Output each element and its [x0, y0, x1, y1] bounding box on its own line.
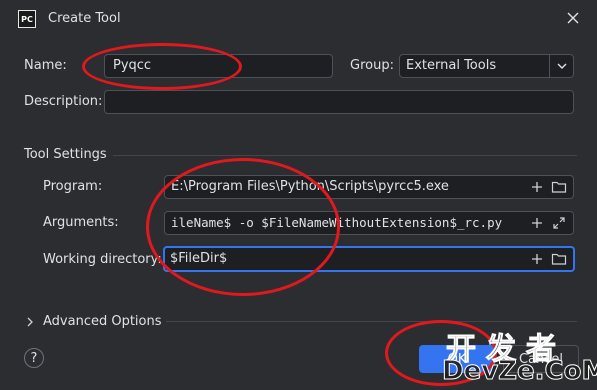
chevron-right-icon — [27, 317, 33, 327]
close-icon[interactable] — [564, 9, 582, 27]
plus-icon[interactable] — [529, 251, 545, 267]
program-label: Program: — [43, 179, 103, 194]
group-select[interactable]: External Tools — [399, 54, 574, 78]
program-field[interactable]: E:\Program Files\Python\Scripts\pyrcc5.e… — [164, 175, 574, 199]
name-value: Pyqcc — [113, 58, 152, 73]
description-label: Description: — [24, 94, 103, 109]
section-separator — [113, 155, 577, 156]
group-value: External Tools — [406, 58, 497, 73]
chevron-down-icon[interactable] — [554, 58, 570, 78]
advanced-separator — [166, 321, 577, 322]
plus-icon[interactable] — [529, 179, 545, 195]
plus-icon[interactable] — [529, 215, 545, 231]
help-icon[interactable]: ? — [24, 348, 44, 368]
group-label: Group: — [350, 58, 394, 73]
arguments-label: Arguments: — [43, 215, 119, 230]
tool-settings-title: Tool Settings — [24, 147, 107, 162]
folder-icon[interactable] — [551, 179, 567, 195]
cancel-button[interactable]: Cancel — [503, 345, 579, 373]
select-divider — [549, 55, 550, 77]
arguments-field[interactable]: ileName$ -o $FileNameWithoutExtension$_r… — [164, 211, 574, 235]
workdir-value: $FileDir$ — [170, 251, 228, 266]
program-value: E:\Program Files\Python\Scripts\pyrcc5.e… — [171, 179, 449, 194]
expand-icon[interactable] — [551, 215, 567, 231]
advanced-options-label: Advanced Options — [43, 314, 162, 329]
window-title: Create Tool — [48, 11, 121, 26]
app-icon: PC — [18, 10, 36, 28]
arguments-value: ileName$ -o $FileNameWithoutExtension$_r… — [171, 215, 503, 230]
description-field[interactable] — [104, 90, 574, 114]
folder-icon[interactable] — [551, 251, 567, 267]
name-label: Name: — [24, 58, 67, 73]
name-field[interactable]: Pyqcc — [104, 54, 333, 78]
workdir-label: Working directory: — [43, 252, 162, 267]
ok-button[interactable]: OK — [419, 345, 495, 373]
workdir-field[interactable]: $FileDir$ — [163, 246, 575, 272]
